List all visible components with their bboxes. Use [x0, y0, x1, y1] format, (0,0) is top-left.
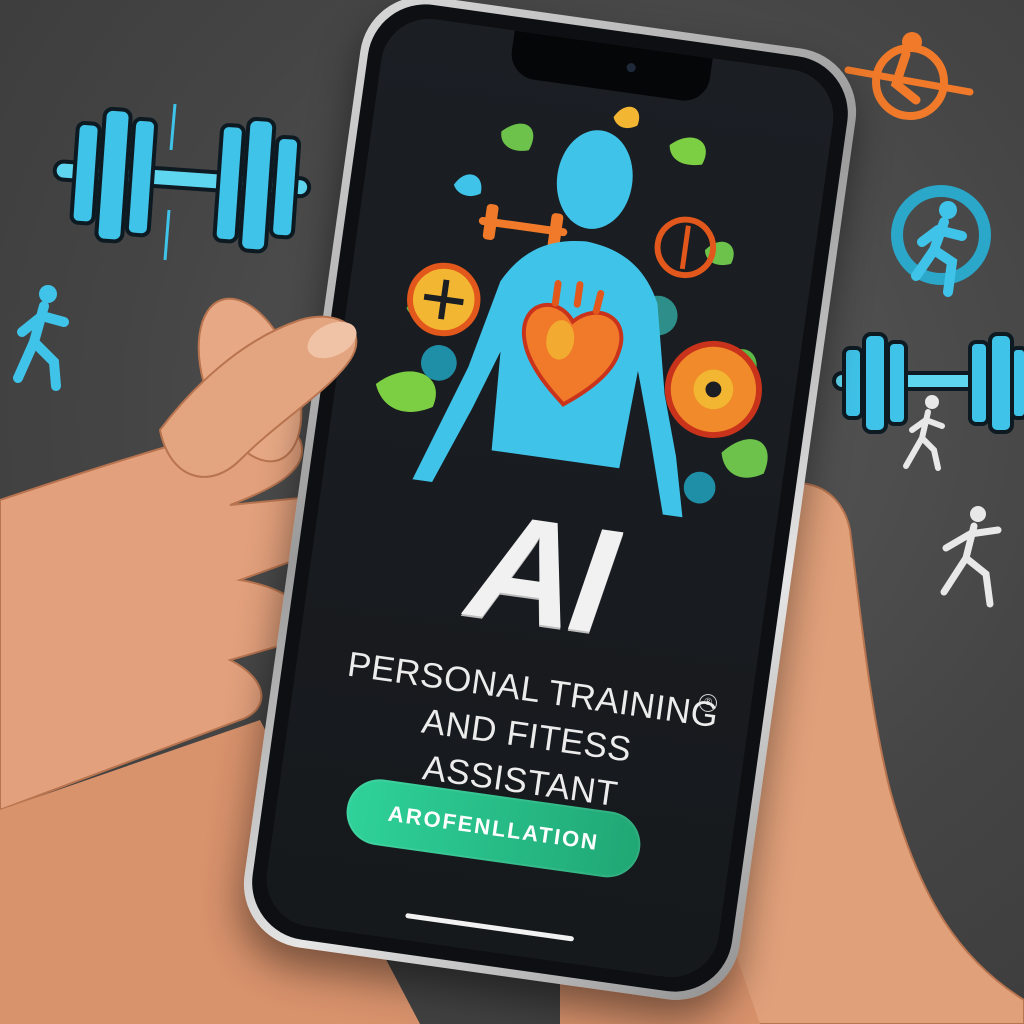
small-icon	[683, 471, 716, 504]
scene: AI ® PERSONAL TRAINING AND FITESS ASSIST…	[0, 0, 1024, 1024]
left-thumb	[158, 315, 358, 478]
home-indicator[interactable]	[405, 912, 575, 942]
speed-line-icon	[163, 103, 177, 261]
runner-icon	[891, 185, 991, 297]
cta-button-label: AROFENLLATION	[386, 800, 601, 856]
target-icon	[654, 216, 717, 279]
target-person-icon	[844, 32, 974, 120]
plus-medal-icon	[407, 262, 481, 337]
front-camera-icon	[626, 62, 637, 73]
